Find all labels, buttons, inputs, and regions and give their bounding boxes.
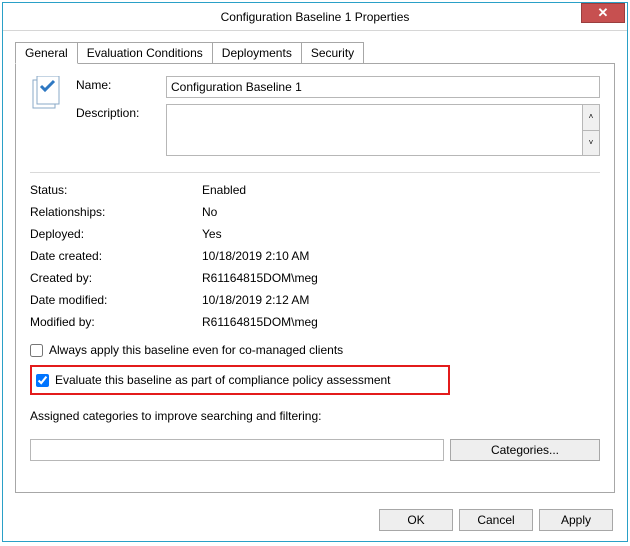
always-apply-checkbox[interactable]: [30, 344, 43, 357]
description-scroll: ˄ ˅: [582, 104, 600, 156]
cancel-button[interactable]: Cancel: [459, 509, 533, 531]
created-by-value: R61164815DOM\meg: [202, 271, 318, 285]
status-label: Status:: [30, 183, 202, 197]
categories-field[interactable]: [30, 439, 444, 461]
categories-button[interactable]: Categories...: [450, 439, 600, 461]
close-button[interactable]: ✕: [581, 3, 625, 23]
always-apply-label: Always apply this baseline even for co-m…: [49, 343, 343, 357]
titlebar: Configuration Baseline 1 Properties ✕: [3, 3, 627, 31]
tabstrip: General Evaluation Conditions Deployment…: [15, 41, 615, 63]
apply-button[interactable]: Apply: [539, 509, 613, 531]
info-status: Status: Enabled: [30, 179, 600, 201]
separator: [30, 172, 600, 173]
relationships-value: No: [202, 205, 217, 219]
tab-panel-general: Name: Description: ˄ ˅: [15, 63, 615, 493]
description-input[interactable]: [166, 104, 582, 156]
evaluate-checkbox[interactable]: [36, 374, 49, 387]
relationships-label: Relationships:: [30, 205, 202, 219]
assigned-categories-label: Assigned categories to improve searching…: [30, 409, 600, 423]
info-modified-by: Modified by: R61164815DOM\meg: [30, 311, 600, 333]
info-deployed: Deployed: Yes: [30, 223, 600, 245]
created-by-label: Created by:: [30, 271, 202, 285]
deployed-label: Deployed:: [30, 227, 202, 241]
always-apply-row: Always apply this baseline even for co-m…: [30, 343, 600, 357]
date-created-label: Date created:: [30, 249, 202, 263]
deployed-value: Yes: [202, 227, 222, 241]
modified-by-label: Modified by:: [30, 315, 202, 329]
scroll-up-icon[interactable]: ˄: [582, 104, 600, 131]
info-date-created: Date created: 10/18/2019 2:10 AM: [30, 245, 600, 267]
date-modified-value: 10/18/2019 2:12 AM: [202, 293, 309, 307]
info-created-by: Created by: R61164815DOM\meg: [30, 267, 600, 289]
baseline-icon: [30, 76, 64, 112]
button-bar: OK Cancel Apply: [3, 501, 627, 541]
info-date-modified: Date modified: 10/18/2019 2:12 AM: [30, 289, 600, 311]
tab-evaluation-conditions[interactable]: Evaluation Conditions: [77, 42, 213, 63]
description-label: Description:: [76, 104, 166, 120]
tab-security[interactable]: Security: [301, 42, 364, 63]
evaluate-label: Evaluate this baseline as part of compli…: [55, 373, 391, 387]
window-title: Configuration Baseline 1 Properties: [3, 10, 627, 24]
modified-by-value: R61164815DOM\meg: [202, 315, 318, 329]
name-input[interactable]: [166, 76, 600, 98]
highlight-box: Evaluate this baseline as part of compli…: [30, 365, 450, 395]
status-value: Enabled: [202, 183, 246, 197]
name-label: Name:: [76, 76, 166, 92]
dialog-body: General Evaluation Conditions Deployment…: [3, 31, 627, 501]
ok-button[interactable]: OK: [379, 509, 453, 531]
scroll-down-icon[interactable]: ˅: [582, 131, 600, 157]
tab-general[interactable]: General: [15, 42, 78, 64]
info-relationships: Relationships: No: [30, 201, 600, 223]
tab-deployments[interactable]: Deployments: [212, 42, 302, 63]
date-created-value: 10/18/2019 2:10 AM: [202, 249, 309, 263]
date-modified-label: Date modified:: [30, 293, 202, 307]
dialog-window: Configuration Baseline 1 Properties ✕ Ge…: [2, 2, 628, 542]
